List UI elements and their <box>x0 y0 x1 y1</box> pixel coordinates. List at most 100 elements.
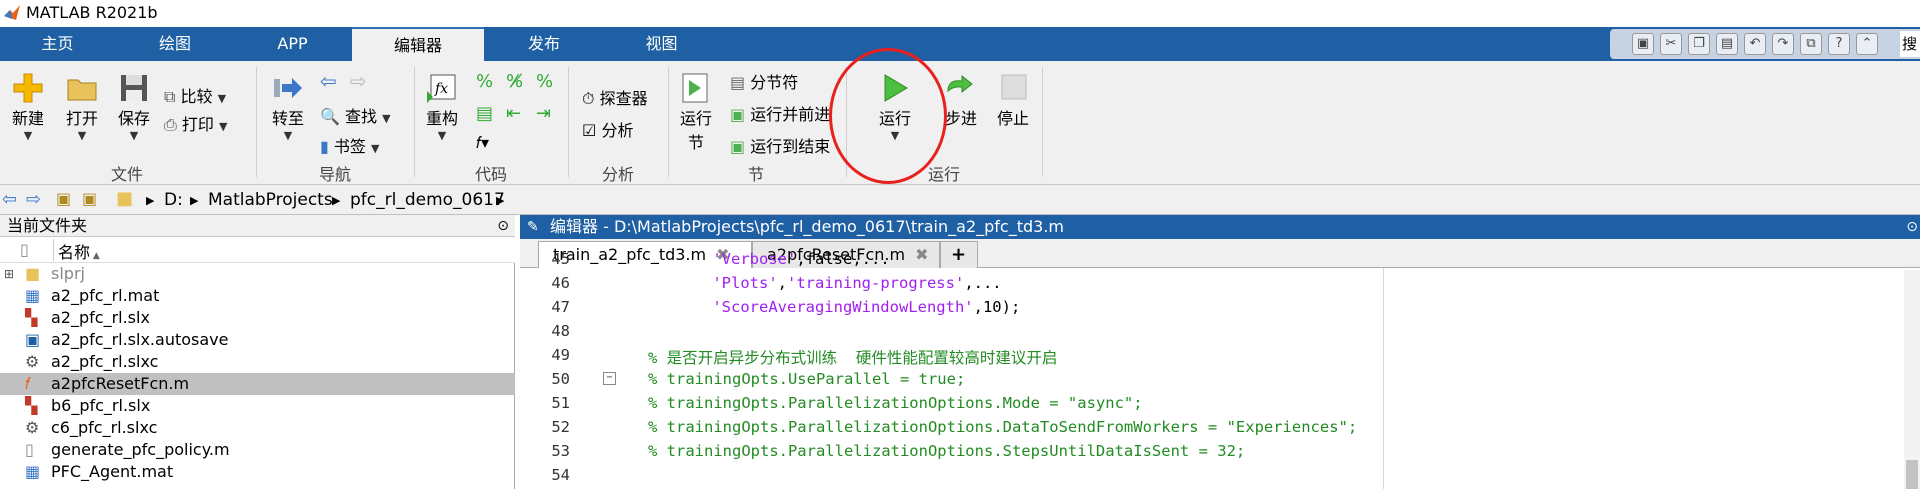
folder-icon: ■ <box>25 264 41 283</box>
compare-button[interactable]: ⧉ 比较 ▼ <box>164 83 226 107</box>
list-item[interactable]: ⚙ c6_pfc_rl.slxc <box>0 417 515 439</box>
run-to-end-button[interactable]: ▣ 运行到结束 <box>730 133 830 157</box>
back-arrow-icon[interactable]: ⇦ <box>2 189 17 210</box>
indent-icon[interactable]: ▤ <box>476 103 493 124</box>
paste-icon[interactable]: ▤ <box>1716 33 1738 55</box>
explorer-button[interactable]: ⏱ 探查器 <box>582 85 648 109</box>
list-item[interactable]: ▯ generate_pfc_policy.m <box>0 439 515 461</box>
analyze-button[interactable]: ☑ 分析 <box>582 117 633 141</box>
code-line[interactable]: % trainingOpts.ParallelizationOptions.Mo… <box>648 394 1143 412</box>
find-button[interactable]: 🔍 查找 ▼ <box>320 103 391 127</box>
fold-toggle-icon[interactable]: − <box>603 372 616 385</box>
group-label-code: 代码 <box>474 165 507 184</box>
new-button[interactable]: 新建 ▼ <box>6 71 50 142</box>
folder-icon <box>67 79 97 101</box>
editor-icon: ✎ <box>527 219 539 235</box>
code-line[interactable]: % trainingOpts.UseParallel = true; <box>648 370 965 388</box>
code-line[interactable]: 'Verbose',false,... <box>675 250 890 268</box>
current-folder-panel: 当前文件夹 ⊙ ▯ 名称 ▲ ⊞ ■ slprj ▦ a2_pfc_rl.mat… <box>0 215 515 489</box>
run-section-button[interactable]: 运行 节 <box>674 71 718 153</box>
breadcrumb-project[interactable]: pfc_rl_demo_0617 <box>350 190 505 210</box>
code-line[interactable]: % 是否开启异步分布式训练 硬件性能配置较高时建议开启 <box>648 346 1057 368</box>
copy-icon[interactable]: ❐ <box>1688 33 1710 55</box>
list-item[interactable]: ▦ a2_pfc_rl.mat <box>0 285 515 307</box>
tab-apps[interactable]: APP <box>235 27 350 61</box>
tab-view[interactable]: 视图 <box>604 27 719 61</box>
search-box[interactable]: 搜 <box>1900 31 1920 57</box>
chevron-down-icon: ▼ <box>371 142 380 155</box>
list-item[interactable]: ⊞ ■ slprj <box>0 263 515 285</box>
increase-indent-icon[interactable]: ⇥ <box>536 103 551 124</box>
save-icon[interactable]: ▣ <box>1632 33 1654 55</box>
add-tab-button[interactable]: + <box>940 241 978 268</box>
cut-icon[interactable]: ✂ <box>1660 33 1682 55</box>
chevron-down-icon: ▼ <box>437 129 447 142</box>
panel-menu-icon[interactable]: ⊙ <box>1906 215 1918 239</box>
run-and-advance-button[interactable]: ▣ 运行并前进 <box>730 101 830 125</box>
goto-button[interactable]: 转至 ▼ <box>264 71 312 142</box>
bookmark-icon: ▮ <box>320 137 329 156</box>
stop-button[interactable]: 停止 <box>988 71 1038 129</box>
forward-arrow-icon[interactable]: ⇨ <box>26 189 41 210</box>
undo-icon[interactable]: ↶ <box>1744 33 1766 55</box>
bookmark-button[interactable]: ▮ 书签 ▼ <box>320 133 379 157</box>
tab-plots[interactable]: 绘图 <box>115 27 235 61</box>
simulink-model-icon: ▚ <box>25 308 38 327</box>
tab-editor[interactable]: 编辑器 <box>352 27 484 61</box>
open-button[interactable]: 打开 ▼ <box>60 71 104 142</box>
list-item[interactable]: ▚ a2_pfc_rl.slx <box>0 307 515 329</box>
help-icon[interactable]: ? <box>1828 33 1850 55</box>
print-button[interactable]: ⎙ 打印 ▼ <box>164 111 227 135</box>
list-item[interactable]: ⚙ a2_pfc_rl.slxc <box>0 351 515 373</box>
breadcrumb-matlabprojects[interactable]: MatlabProjects <box>208 190 333 210</box>
browse-folder-icon[interactable]: ▣ <box>82 189 97 208</box>
breadcrumb-drive[interactable]: D: <box>164 190 183 210</box>
list-item[interactable]: ▚ b6_pfc_rl.slx <box>0 395 515 417</box>
address-bar: ⇦ ⇨ ▣ ▣ ■ ▶ D: ▶ MatlabProjects ▶ pfc_rl… <box>0 185 1920 215</box>
redo-icon[interactable]: ↷ <box>1772 33 1794 55</box>
quick-access-toolbar: ▣ ✂ ❐ ▤ ↶ ↷ ⧉ ? ⌃ 搜 <box>1610 29 1920 59</box>
function-menu-icon[interactable]: 𝑓▾ <box>476 133 489 153</box>
code-line[interactable]: 'Plots','training-progress',... <box>675 274 1001 292</box>
uncomment-icon[interactable]: %̸ <box>506 71 523 92</box>
code-line[interactable]: % trainingOpts.ParallelizationOptions.Da… <box>648 418 1357 436</box>
tab-home[interactable]: 主页 <box>0 27 115 61</box>
line-number: 53 <box>551 442 570 460</box>
new-plus-icon <box>13 73 43 103</box>
list-item[interactable]: 𝑓 a2pfcResetFcn.m <box>0 373 515 395</box>
scrollbar-thumb[interactable] <box>1906 460 1918 489</box>
decrease-indent-icon[interactable]: ⇤ <box>506 103 521 124</box>
chevron-down-icon: ▼ <box>129 129 139 142</box>
chevron-right-icon: ▶ <box>190 194 199 207</box>
line-number: 51 <box>551 394 570 412</box>
slxc-file-icon: ⚙ <box>25 352 40 371</box>
name-column-header[interactable]: 名称 ▲ <box>53 239 100 262</box>
code-line[interactable]: 'ScoreAveragingWindowLength',10); <box>675 298 1020 316</box>
divider <box>1042 67 1043 177</box>
panel-title: 当前文件夹 ⊙ <box>0 215 515 237</box>
editor-scrollbar[interactable] <box>1904 270 1920 489</box>
line-number: 49 <box>551 346 570 364</box>
code-line[interactable]: % trainingOpts.ParallelizationOptions.St… <box>648 442 1245 460</box>
list-item[interactable]: ▦ PFC_Agent.mat <box>0 461 515 483</box>
tab-publish[interactable]: 发布 <box>484 27 604 61</box>
up-folder-icon[interactable]: ▣ <box>56 189 71 208</box>
code-text: ,false,... <box>796 250 890 268</box>
back-arrow-icon[interactable]: ⇦ <box>320 69 337 93</box>
panel-menu-icon[interactable]: ⊙ <box>497 215 509 237</box>
expand-icon[interactable]: ⊞ <box>4 263 14 285</box>
forward-arrow-icon[interactable]: ⇨ <box>350 69 367 93</box>
section-break-button[interactable]: ▤ 分节符 <box>730 69 798 93</box>
comment-icon[interactable]: % <box>476 71 493 92</box>
list-item[interactable]: ▣ a2_pfc_rl.slx.autosave <box>0 329 515 351</box>
collapse-icon[interactable]: ⌃ <box>1856 33 1878 55</box>
wrap-comments-icon[interactable]: % <box>536 71 553 92</box>
close-icon[interactable]: ✖ <box>915 245 928 264</box>
string-literal: 'Verbose' <box>712 250 797 268</box>
group-label-section: 节 <box>747 165 764 184</box>
refactor-button[interactable]: fx 重构 ▼ <box>420 71 464 142</box>
code-area[interactable]: − 45 'Verbose',false,... 46 'Plots','trai… <box>520 250 1920 489</box>
switch-windows-icon[interactable]: ⧉ <box>1800 33 1822 55</box>
save-button[interactable]: 保存 ▼ <box>112 71 156 142</box>
